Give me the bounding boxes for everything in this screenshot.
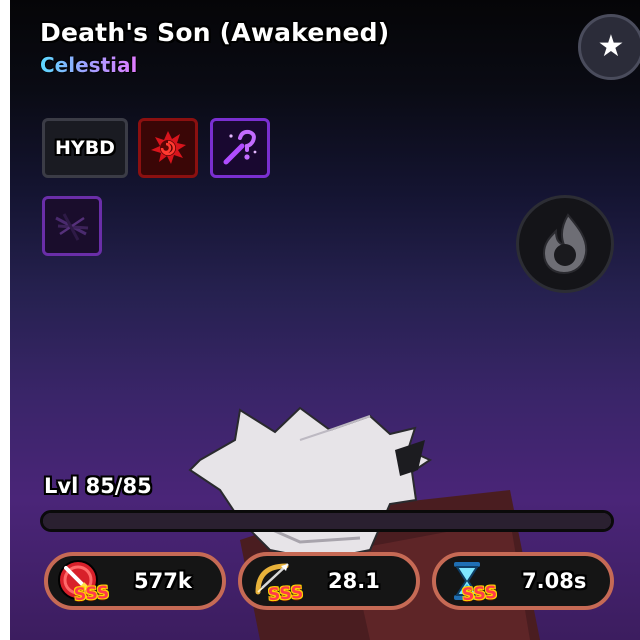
spa-value: 7.08s [522, 569, 587, 593]
unit-rarity: Celestial [40, 53, 138, 77]
range-grade: SSS [267, 582, 304, 606]
unit-name: Death's Son (Awakened) [40, 18, 390, 47]
xp-progress-fill [43, 513, 611, 529]
trait-fire-badge[interactable] [138, 118, 198, 178]
spa-grade: SSS [461, 582, 498, 606]
shadow-claw-icon [55, 213, 89, 241]
trait-shadow-badge[interactable] [42, 196, 102, 256]
range-value: 28.1 [328, 569, 380, 593]
damage-value: 577k [134, 569, 192, 593]
star-icon: ★ [597, 29, 625, 64]
spa-stat[interactable]: SSS 7.08s [432, 552, 614, 610]
dark-flame-icon [542, 213, 588, 275]
range-stat[interactable]: SSS 28.1 [238, 552, 420, 610]
level-label: Lvl 85/85 [44, 474, 152, 498]
damage-stat[interactable]: SSS 577k [44, 552, 226, 610]
xp-progress-bar [40, 510, 614, 532]
unit-info-panel: Death's Son (Awakened) Celestial ★ HYBD [10, 0, 640, 640]
red-swirl-fire-icon [151, 131, 186, 164]
trait-hybrid-badge[interactable]: HYBD [42, 118, 128, 178]
favorite-button[interactable]: ★ [578, 14, 640, 80]
trait-mystery-badge[interactable] [210, 118, 270, 178]
trait-hybrid-label: HYBD [55, 137, 115, 159]
damage-grade: SSS [73, 582, 110, 606]
element-orb[interactable] [516, 195, 614, 293]
purple-question-wand-icon [223, 129, 257, 165]
